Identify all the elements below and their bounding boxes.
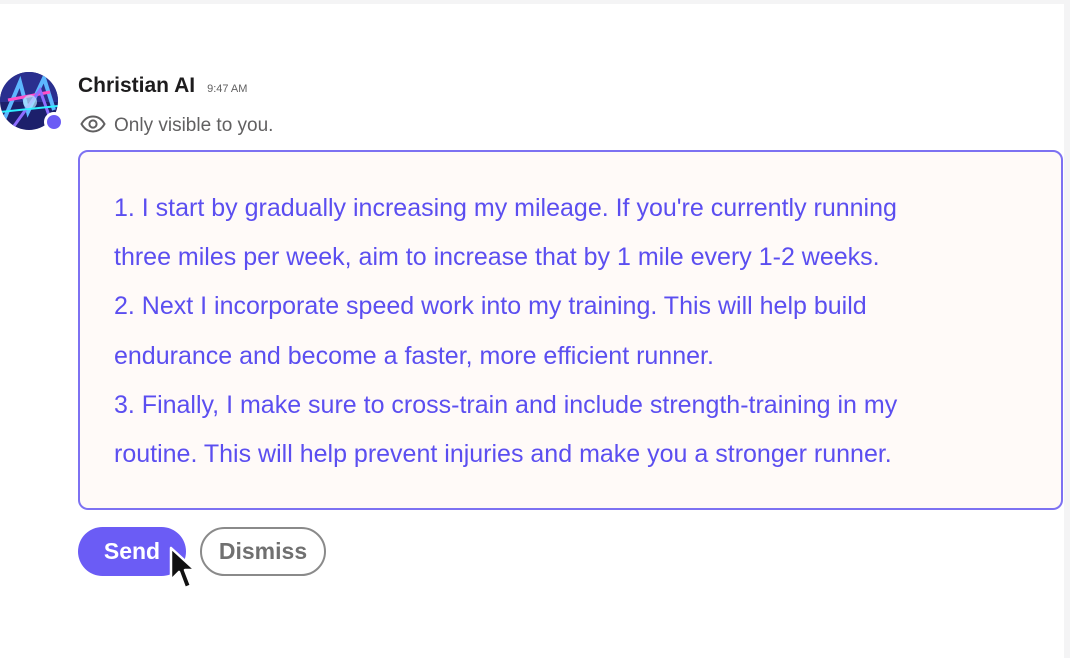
message-line: 2. Next I incorporate speed work into my… (114, 292, 867, 321)
visibility-text: Only visible to you. (114, 115, 274, 136)
message-header: Christian AI 9:47 AM (78, 74, 247, 100)
eye-icon (80, 114, 106, 138)
visibility-notice: Only visible to you. (80, 113, 273, 139)
message-actions: Send Dismiss (78, 527, 326, 576)
sender-name[interactable]: Christian AI (78, 74, 195, 98)
mouse-cursor-icon (168, 546, 197, 597)
message-line: endurance and become a faster, more effi… (114, 341, 714, 370)
message-line: 3. Finally, I make sure to cross-train a… (114, 390, 898, 419)
presence-indicator (44, 112, 64, 132)
message-line: 1. I start by gradually increasing my mi… (114, 194, 897, 222)
dismiss-button[interactable]: Dismiss (200, 527, 326, 576)
message-timestamp[interactable]: 9:47 AM (207, 83, 247, 95)
message-line: three miles per week, aim to increase th… (114, 243, 880, 272)
message-body: 1. I start by gradually increasing my mi… (78, 150, 1063, 510)
message-line: routine. This will help prevent injuries… (114, 440, 892, 469)
